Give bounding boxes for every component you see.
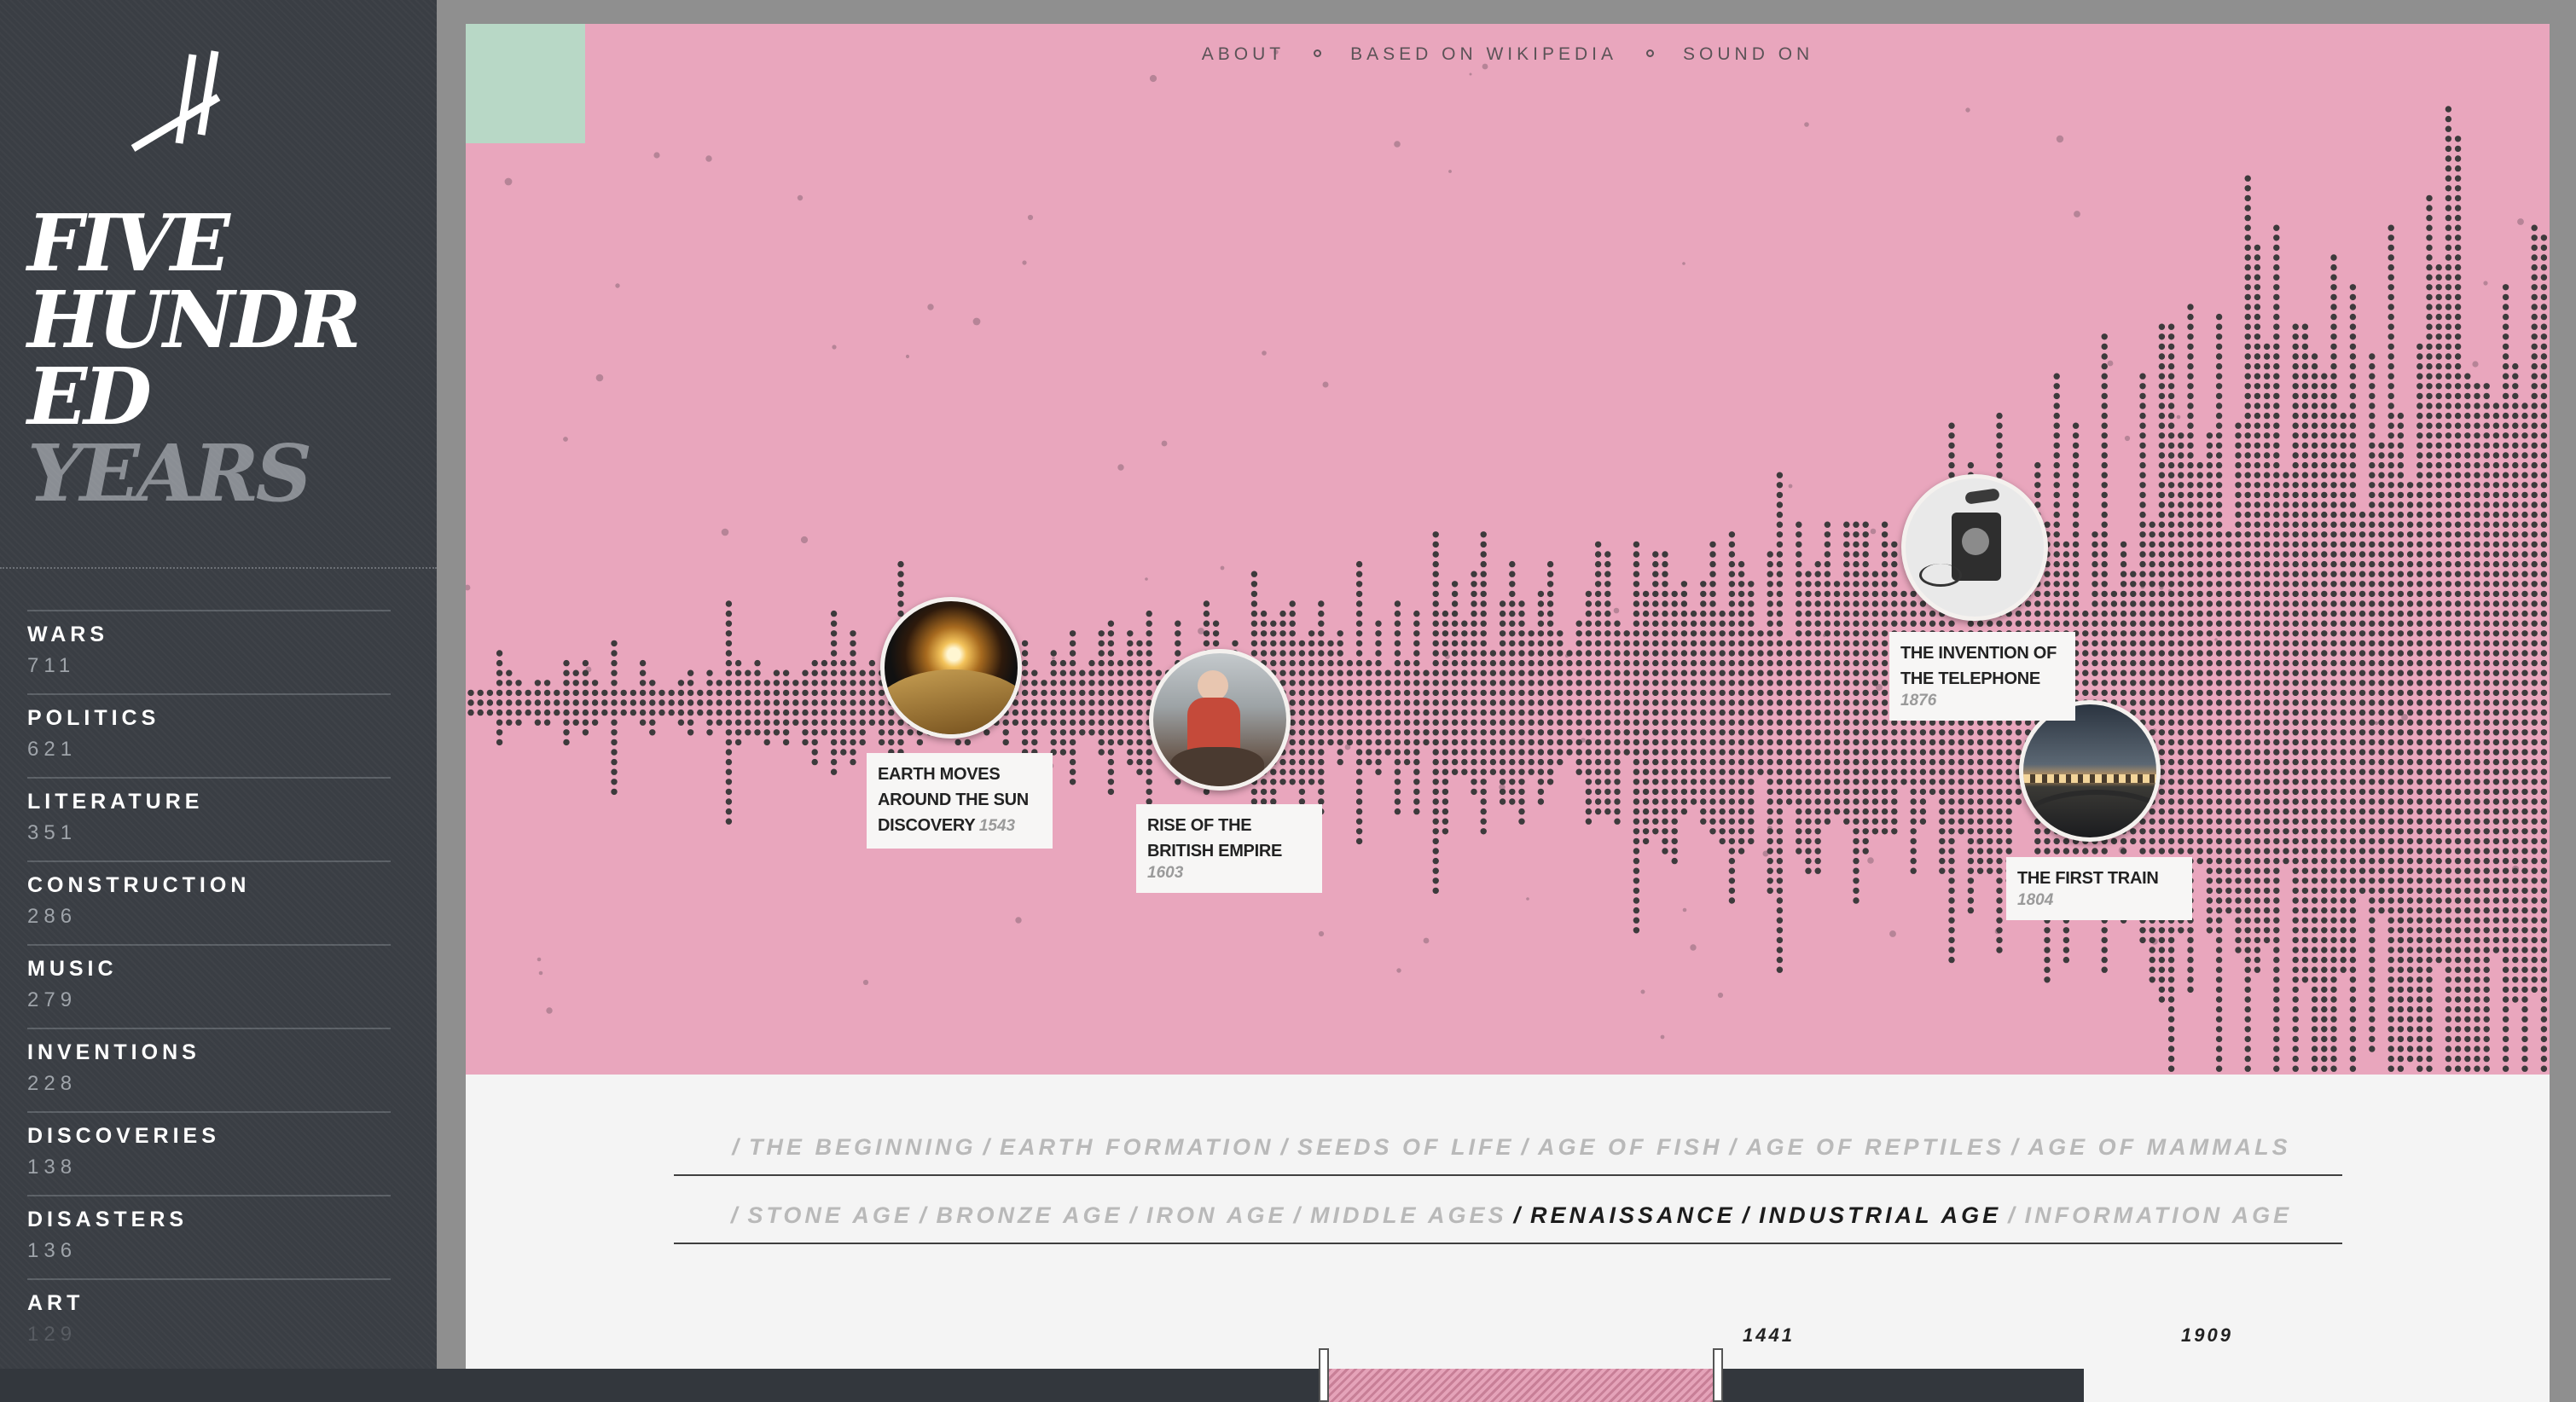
sun-earth-photo-icon — [880, 597, 1022, 739]
range-start-handle[interactable] — [1319, 1348, 1329, 1402]
era-separator: / — [1742, 1202, 1753, 1228]
category-name: WARS — [27, 623, 108, 646]
range-end-handle[interactable] — [1713, 1348, 1723, 1402]
era-bronze-age[interactable]: BRONZE AGE — [936, 1202, 1123, 1228]
event-title: RISE OF THE BRITISH EMPIRE — [1147, 816, 1283, 860]
timeline-selected-range[interactable] — [1327, 1369, 1718, 1402]
category-name: POLITICS — [27, 706, 160, 730]
era-separator: / — [919, 1202, 930, 1228]
title-divider — [0, 567, 437, 569]
category-literature[interactable]: LITERATURE 351 — [27, 777, 391, 860]
title-line-1: FIVE — [27, 197, 230, 289]
title-line-2: HUNDR — [27, 274, 361, 366]
category-name: DISASTERS — [27, 1208, 189, 1231]
category-count: 621 — [27, 738, 78, 761]
site-logo-icon[interactable] — [130, 48, 241, 159]
era-industrial-age[interactable]: INDUSTRIAL AGE — [1759, 1202, 2001, 1228]
era-separator: / — [1513, 1202, 1524, 1228]
category-art[interactable]: ART 129 — [27, 1278, 391, 1362]
era-separator: / — [1129, 1202, 1140, 1228]
category-count: 279 — [27, 988, 78, 1011]
category-list: WARS 711 POLITICS 621 LITERATURE 351 CONSTR… — [27, 610, 391, 1362]
era-age-of-mammals[interactable]: AGE OF MAMMALS — [2028, 1134, 2291, 1160]
main-panel: ABOUT BASED ON WIKIPEDIA SOUND ON EARTH MO… — [466, 24, 2550, 1402]
category-wars[interactable]: WARS 711 — [27, 610, 391, 693]
range-end-label: 1909 — [2181, 1324, 2233, 1346]
era-seeds-of-life[interactable]: SEEDS OF LIFE — [1297, 1134, 1515, 1160]
category-count: 351 — [27, 821, 78, 844]
category-music[interactable]: MUSIC 279 — [27, 944, 391, 1028]
title-line-4: YEARS — [27, 427, 312, 519]
era-separator: / — [1280, 1134, 1291, 1160]
era-separator: / — [2011, 1134, 2022, 1160]
event-year: 1603 — [1147, 864, 1184, 882]
era-row-human: / STONE AGE / BRONZE AGE / IRON AGE / MIDDLE AG… — [674, 1202, 2342, 1244]
timeline-track[interactable] — [0, 1369, 2084, 1402]
event-card: RISE OF THE BRITISH EMPIRE 1603 — [1136, 804, 1322, 893]
era-separator: / — [1293, 1202, 1304, 1228]
era-separator: / — [983, 1134, 993, 1160]
era-selector: / THE BEGINNING / EARTH FORMATION / SEEDS OF … — [466, 1075, 2550, 1402]
event-card: THE FIRST TRAIN 1804 — [2006, 857, 2192, 920]
telephone-photo-icon — [1901, 474, 2048, 621]
era-earth-formation[interactable]: EARTH FORMATION — [1000, 1134, 1273, 1160]
site-title: FIVE HUNDR ED YEARS — [27, 197, 361, 519]
era-age-of-fish[interactable]: AGE OF FISH — [1538, 1134, 1723, 1160]
category-count: 129 — [27, 1323, 78, 1346]
era-separator: / — [730, 1202, 741, 1228]
category-count: 136 — [27, 1239, 78, 1262]
category-inventions[interactable]: INVENTIONS 228 — [27, 1028, 391, 1111]
category-name: MUSIC — [27, 957, 118, 981]
event-card: EARTH MOVES AROUND THE SUN DISCOVERY 154… — [867, 753, 1053, 849]
event-card: THE INVENTION OF THE TELEPHONE 1876 — [1889, 632, 2075, 721]
era-age-of-reptiles[interactable]: AGE OF REPTILES — [1746, 1134, 2005, 1160]
event-year: 1543 — [978, 817, 1016, 835]
category-discoveries[interactable]: DISCOVERIES 138 — [27, 1111, 391, 1195]
era-information-age[interactable]: INFORMATION AGE — [2025, 1202, 2292, 1228]
title-line-3: ED — [27, 350, 152, 443]
era-middle-ages[interactable]: MIDDLE AGES — [1310, 1202, 1507, 1228]
event-year: 1876 — [1900, 692, 1937, 710]
era-separator: / — [1729, 1134, 1740, 1160]
category-construction[interactable]: CONSTRUCTION 286 — [27, 860, 391, 944]
era-row-geologic: / THE BEGINNING / EARTH FORMATION / SEEDS OF … — [674, 1134, 2342, 1176]
category-count: 286 — [27, 905, 78, 928]
event-waveform[interactable] — [466, 24, 2550, 1075]
category-disasters[interactable]: DISASTERS 136 — [27, 1195, 391, 1278]
era-iron-age[interactable]: IRON AGE — [1146, 1202, 1287, 1228]
category-politics[interactable]: POLITICS 621 — [27, 693, 391, 777]
category-name: LITERATURE — [27, 790, 204, 814]
category-count: 138 — [27, 1156, 78, 1179]
era-stone-age[interactable]: STONE AGE — [747, 1202, 913, 1228]
event-title: THE FIRST TRAIN — [2017, 869, 2159, 888]
category-count: 228 — [27, 1072, 78, 1095]
category-count: 711 — [27, 654, 76, 677]
category-name: DISCOVERIES — [27, 1124, 220, 1148]
category-name: ART — [27, 1291, 84, 1315]
horse-rider-photo-icon — [1149, 649, 1291, 791]
era-the-beginning[interactable]: THE BEGINNING — [749, 1134, 977, 1160]
era-separator: / — [1521, 1134, 1532, 1160]
category-name: INVENTIONS — [27, 1040, 200, 1064]
category-name: CONSTRUCTION — [27, 873, 251, 897]
sidebar: FIVE HUNDR ED YEARS WARS 711 POLITICS 621 … — [0, 0, 437, 1402]
waveform-panel: ABOUT BASED ON WIKIPEDIA SOUND ON EARTH MO… — [466, 24, 2550, 1075]
event-title: THE INVENTION OF THE TELEPHONE — [1900, 644, 2057, 688]
era-separator: / — [2008, 1202, 2018, 1228]
event-year: 1804 — [2017, 891, 2054, 909]
era-renaissance[interactable]: RENAISSANCE — [1530, 1202, 1736, 1228]
era-separator: / — [732, 1134, 742, 1160]
range-start-label: 1441 — [1743, 1324, 1795, 1346]
train-bridge-photo-icon — [2019, 700, 2161, 842]
